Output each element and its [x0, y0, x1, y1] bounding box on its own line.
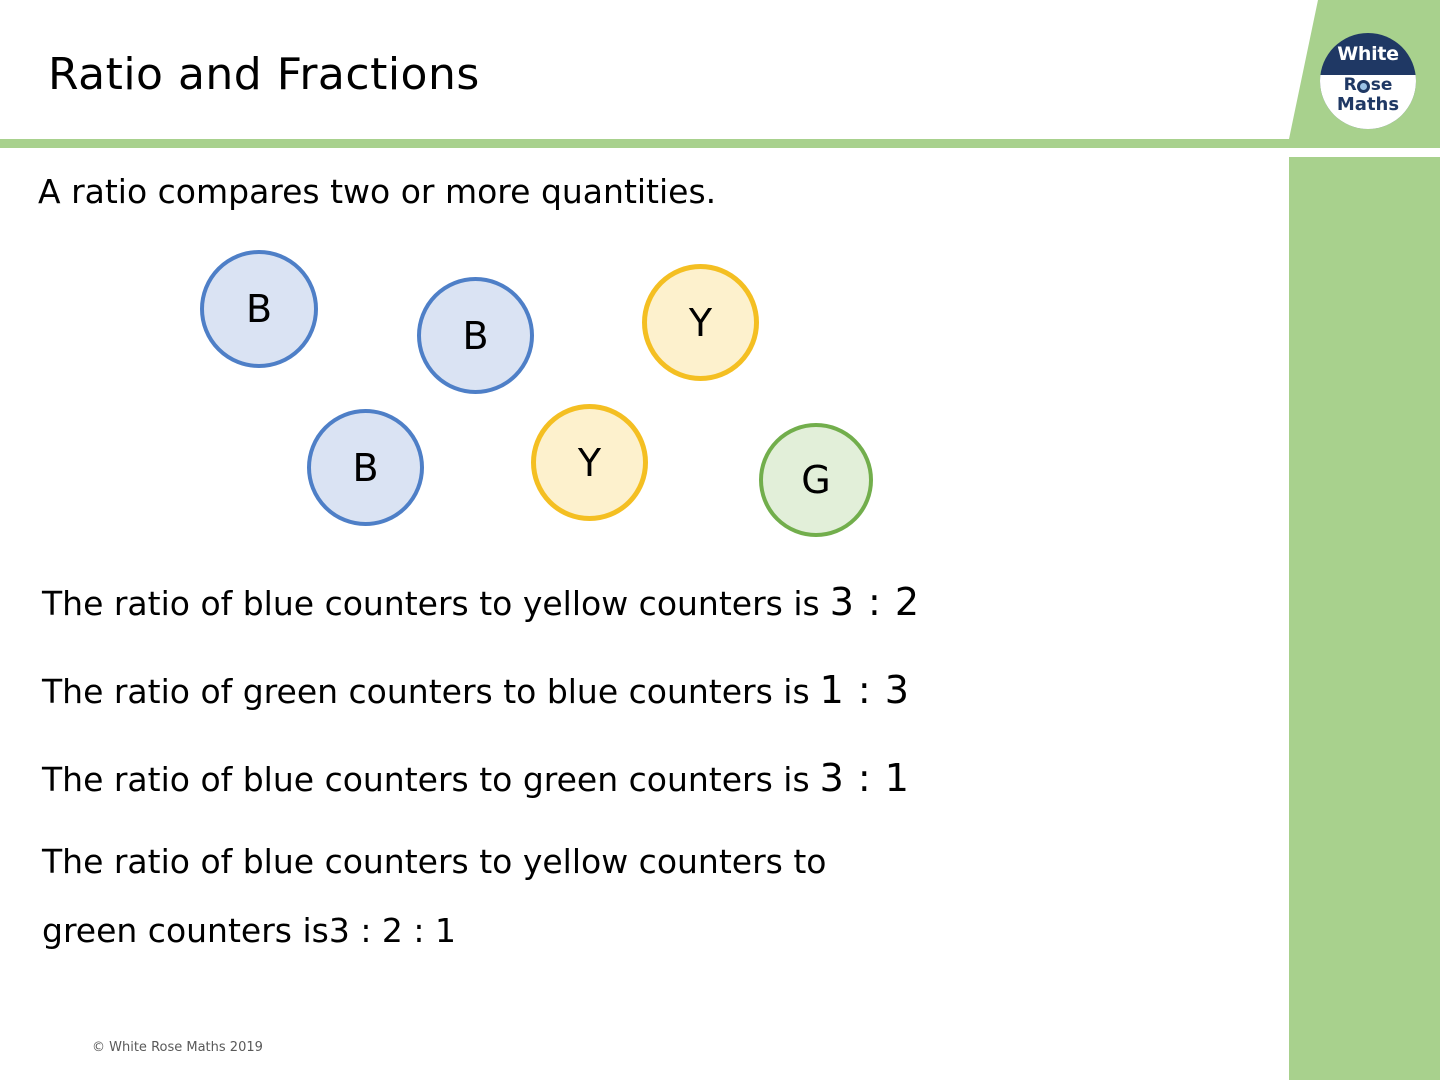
statement-line-2: green counters is 3 : 2 : 1	[42, 914, 826, 947]
statement-ratio-value: 1 : 3	[819, 668, 910, 712]
logo-rose-suffix: se	[1370, 75, 1393, 95]
sidebar-green-panel	[1289, 157, 1440, 1080]
page-title: Ratio and Fractions	[48, 49, 480, 100]
counter-blue-4: B	[307, 409, 424, 526]
counter-label: Y	[688, 300, 713, 345]
counter-label: B	[245, 287, 273, 331]
statement-text-line-1: The ratio of blue counters to yellow cou…	[42, 842, 827, 881]
logo-word-rose: R se	[1343, 75, 1393, 95]
ratio-statement-3: The ratio of blue counters to green coun…	[42, 756, 910, 800]
ratio-statement-2: The ratio of green counters to blue coun…	[42, 668, 910, 712]
intro-text: A ratio compares two or more quantities.	[38, 172, 717, 211]
white-rose-maths-logo: White R se Maths	[1320, 33, 1416, 129]
ratio-statement-4: The ratio of blue counters to yellow cou…	[42, 845, 826, 947]
counter-yellow-5: Y	[531, 404, 648, 521]
slide-canvas: White R se Maths Ratio and Fractions A r…	[0, 0, 1440, 1080]
counter-label: Y	[577, 440, 602, 485]
logo-word-maths: Maths	[1336, 93, 1400, 115]
counter-label: B	[462, 313, 489, 358]
counter-blue-2: B	[417, 277, 534, 394]
counter-yellow-3: Y	[642, 264, 759, 381]
counter-label: G	[801, 458, 831, 502]
rose-icon	[1357, 80, 1371, 94]
counter-green-6: G	[759, 423, 873, 537]
logo-rose-prefix: R	[1343, 75, 1357, 95]
statement-ratio-value: 3 : 2 : 1	[328, 911, 457, 950]
counter-blue-1: B	[200, 250, 318, 368]
statement-ratio-value: 3 : 1	[819, 756, 910, 800]
copyright-text: © White Rose Maths 2019	[92, 1040, 263, 1055]
statement-ratio-value: 3 : 2	[829, 580, 921, 624]
statement-text-line-2: green counters is	[42, 911, 329, 950]
header-divider-line	[0, 139, 1440, 148]
counter-label: B	[352, 445, 379, 490]
statement-text: The ratio of green counters to blue coun…	[42, 672, 810, 711]
logo-word-white: White	[1337, 42, 1399, 65]
ratio-statement-1: The ratio of blue counters to yellow cou…	[42, 580, 920, 624]
statement-text: The ratio of blue counters to yellow cou…	[42, 584, 820, 623]
statement-text: The ratio of blue counters to green coun…	[42, 760, 810, 799]
